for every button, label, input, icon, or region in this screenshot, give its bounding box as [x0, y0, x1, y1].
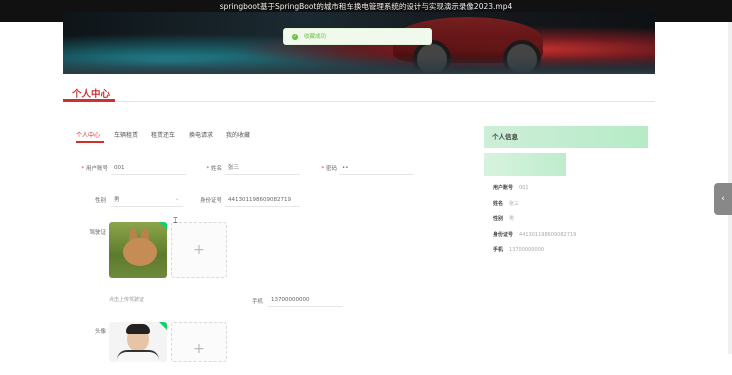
- name-field[interactable]: 张三: [225, 161, 300, 175]
- info-key: 手机: [493, 247, 504, 253]
- idcard-field[interactable]: 441301198609082719: [225, 193, 300, 207]
- video-title: springboot基于SpringBoot的城市租车换电管理系统的设计与实现演…: [219, 2, 513, 11]
- banner-road: [63, 56, 655, 74]
- page-title: 个人中心: [72, 89, 111, 100]
- license-upload-hint: 点击上传驾驶证: [109, 297, 145, 303]
- avatar-label: 头像: [94, 329, 106, 335]
- avatar-image[interactable]: [109, 322, 167, 362]
- idcard-label: 身份证号: [199, 198, 222, 204]
- upload-success-corner: [159, 322, 167, 330]
- personal-info-header: 个人信息: [484, 126, 648, 148]
- info-row-name: 姓名 张三: [493, 200, 519, 207]
- info-key: 姓名: [493, 201, 504, 207]
- tab-personal-center[interactable]: 个人中心: [76, 130, 100, 139]
- info-key: 性别: [493, 216, 504, 222]
- phone-label: 手机: [251, 299, 263, 305]
- tab-my-favorites[interactable]: 我的收藏: [226, 130, 250, 139]
- success-toast: ✓ 收藏成功: [283, 28, 432, 45]
- info-row-idcard: 身份证号 441301198609082719: [493, 231, 576, 238]
- license-upload-button[interactable]: +: [171, 222, 227, 278]
- info-row-account: 用户账号 001: [493, 184, 529, 191]
- section-accent: [63, 99, 115, 102]
- info-value: 13700000000: [509, 247, 545, 253]
- mouse-cursor-icon: ⌶: [173, 216, 178, 225]
- info-key: 身份证号: [493, 232, 514, 238]
- license-image[interactable]: [109, 222, 167, 278]
- phone-field[interactable]: 13700000000: [268, 293, 343, 307]
- plus-icon: +: [193, 242, 205, 258]
- account-field[interactable]: 001: [111, 161, 186, 175]
- info-key: 用户账号: [493, 185, 514, 191]
- name-label-text: 姓名: [210, 166, 222, 172]
- section-divider: [63, 101, 655, 102]
- license-label: 驾驶证: [89, 230, 106, 236]
- avatar-hair: [126, 324, 150, 334]
- account-label: * 用户账号: [81, 166, 108, 172]
- info-row-gender: 性别男: [493, 215, 514, 222]
- password-label: * 密码: [321, 166, 337, 172]
- gender-select[interactable]: 男: [111, 193, 183, 207]
- chevron-down-icon: ⌄: [175, 196, 180, 202]
- info-value: 441301198609082719: [519, 232, 577, 238]
- info-value: 男: [509, 216, 515, 222]
- info-row-phone: 手机 13700000000: [493, 246, 544, 253]
- chevron-left-icon[interactable]: ‹: [714, 183, 732, 215]
- name-label: * 姓名: [206, 166, 222, 172]
- tab-battery-swap[interactable]: 换电请求: [189, 130, 213, 139]
- account-label-text: 用户账号: [85, 166, 108, 172]
- plus-icon: +: [193, 341, 205, 357]
- info-value: 张三: [509, 201, 520, 207]
- tab-vehicle-rental[interactable]: 车辆租赁: [114, 130, 138, 139]
- active-tab-indicator: [76, 141, 104, 143]
- password-field[interactable]: ••: [339, 161, 414, 175]
- tab-rental-return[interactable]: 租赁还车: [151, 130, 175, 139]
- check-circle-icon: ✓: [292, 34, 298, 40]
- personal-info-bar: [484, 153, 566, 176]
- info-value: 001: [519, 185, 529, 191]
- password-label-text: 密码: [325, 166, 337, 172]
- upload-success-corner: [159, 222, 167, 230]
- rabbit-body: [123, 238, 157, 266]
- gender-label: 性别: [94, 198, 106, 204]
- toast-message: 收藏成功: [304, 34, 327, 40]
- avatar-upload-button[interactable]: +: [171, 322, 227, 362]
- avatar-shirt: [117, 350, 159, 362]
